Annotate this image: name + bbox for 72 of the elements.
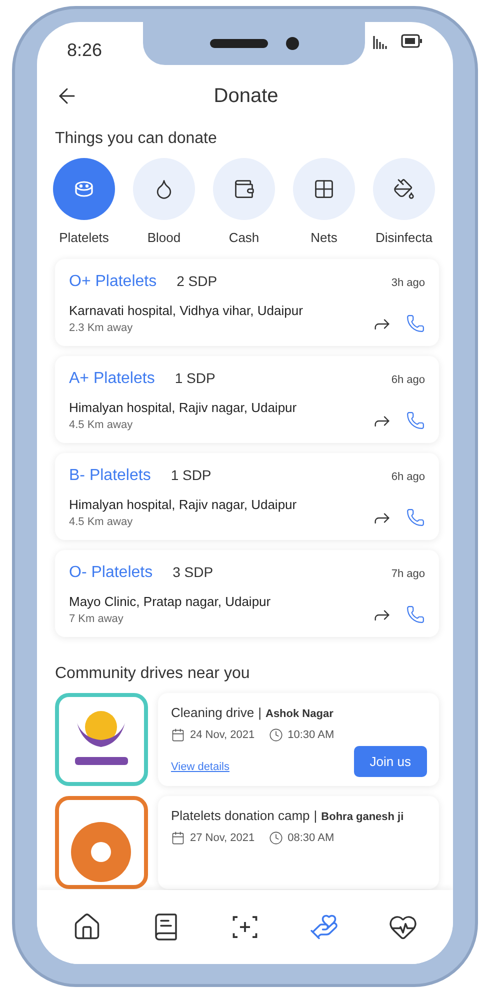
status-time: 8:26	[66, 39, 104, 61]
call-button[interactable]	[406, 411, 425, 431]
category-label: Nets	[310, 230, 338, 245]
speaker-icon	[210, 39, 268, 48]
calendar-icon	[171, 728, 185, 742]
donation-category[interactable]: Blood	[133, 158, 195, 245]
donation-category[interactable]: Cash	[213, 158, 275, 245]
drive-area: Bohra ganesh ji	[321, 811, 404, 823]
donation-category[interactable]: Platelets	[53, 158, 115, 245]
request-card[interactable]: O+ Platelets 2 SDP 3h ago Karnavati hospital, Vidhya vihar, Udaipur 2.3 Km away	[55, 259, 439, 346]
request-location: Himalyan hospital, Rajiv nagar, Udaipur	[69, 497, 298, 512]
donation-category[interactable]: Disinfecta	[373, 158, 435, 245]
phone-icon	[406, 411, 425, 430]
signal-icon	[373, 34, 389, 50]
camera-icon	[286, 37, 298, 50]
phone-icon	[406, 314, 425, 333]
clock-icon	[268, 728, 283, 742]
drive-title: Platelets donation camp	[171, 808, 310, 823]
call-button[interactable]	[406, 605, 425, 625]
battery-icon	[401, 34, 423, 48]
category-label: Blood	[147, 230, 181, 245]
clock-icon	[268, 831, 283, 845]
bucket-icon	[393, 178, 415, 200]
call-button[interactable]	[406, 508, 425, 528]
hand-heart-icon	[309, 912, 340, 942]
wallet-icon	[233, 178, 255, 200]
request-location: Mayo Clinic, Pratap nagar, Udaipur	[69, 594, 272, 609]
drive-title: Cleaning drive	[171, 705, 254, 720]
request-time: 6h ago	[391, 374, 425, 386]
category-label: Disinfecta	[375, 230, 433, 245]
request-time: 3h ago	[391, 277, 425, 289]
phone-icon	[406, 605, 425, 624]
category-label: Cash	[228, 230, 260, 245]
calendar-icon	[171, 831, 185, 845]
page-title: Donate	[212, 84, 280, 108]
request-units: 1 SDP	[174, 370, 216, 386]
request-units: 1 SDP	[170, 467, 212, 483]
drive-card[interactable]: Cleaning drive | Ashok Nagar 24 Nov, 2021 10:30 AM View details Join us	[158, 693, 439, 786]
request-title: O- Platelets	[69, 564, 153, 582]
donation-category[interactable]: Nets	[293, 158, 355, 245]
separator: |	[314, 808, 318, 823]
section-title: Community drives near you	[54, 664, 251, 683]
drive-time: 08:30 AM	[288, 832, 334, 844]
request-title: A+ Platelets	[69, 370, 155, 388]
drive-area: Ashok Nagar	[266, 708, 334, 720]
join-button[interactable]: Join us	[354, 746, 427, 777]
request-location: Karnavati hospital, Vidhya vihar, Udaipur	[69, 303, 304, 318]
request-distance: 7 Km away	[69, 613, 124, 625]
category-label: Platelets	[59, 230, 109, 245]
request-location: Himalyan hospital, Rajiv nagar, Udaipur	[69, 400, 298, 415]
view-details-link[interactable]: View details	[171, 760, 230, 772]
drive-date: 24 Nov, 2021	[190, 729, 255, 741]
grid-icon	[313, 178, 335, 200]
request-distance: 2.3 Km away	[69, 322, 134, 334]
phone-icon	[406, 508, 425, 527]
separator: |	[258, 705, 262, 720]
request-title: O+ Platelets	[69, 273, 157, 291]
request-time: 7h ago	[391, 568, 425, 580]
drive-date: 27 Nov, 2021	[190, 832, 255, 844]
call-button[interactable]	[406, 314, 425, 334]
request-title: B- Platelets	[69, 467, 151, 485]
section-title: Things you can donate	[54, 129, 218, 148]
request-card[interactable]: O- Platelets 3 SDP 7h ago Mayo Clinic, Pratap nagar, Udaipur 7 Km away	[55, 550, 439, 637]
drive-time: 10:30 AM	[288, 729, 334, 741]
request-distance: 4.5 Km away	[69, 516, 134, 528]
drive-card[interactable]: Platelets donation camp | Bohra ganesh ji 27 Nov, 2021 08:30 AM	[158, 796, 439, 889]
request-units: 2 SDP	[176, 273, 218, 289]
request-time: 6h ago	[391, 471, 425, 483]
request-card[interactable]: B- Platelets 1 SDP 6h ago Himalyan hospital, Rajiv nagar, Udaipur 4.5 Km away	[55, 453, 439, 540]
request-units: 3 SDP	[172, 564, 214, 580]
request-card[interactable]: A+ Platelets 1 SDP 6h ago Himalyan hospital, Rajiv nagar, Udaipur 4.5 Km away	[55, 356, 439, 443]
request-distance: 4.5 Km away	[69, 419, 134, 431]
